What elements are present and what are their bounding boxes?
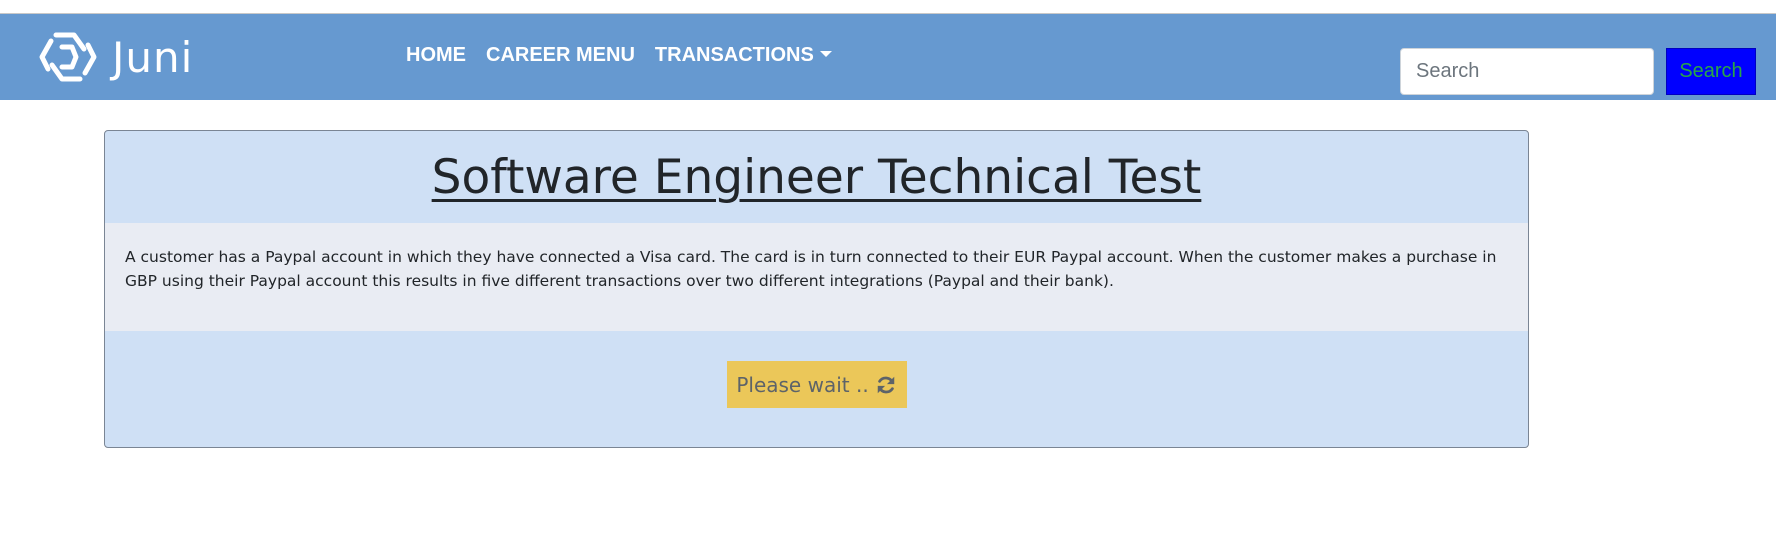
card-header: Software Engineer Technical Test — [105, 131, 1528, 223]
nav-links: HOME CAREER MENU TRANSACTIONS — [406, 44, 832, 67]
caret-down-icon — [819, 50, 832, 57]
juni-logo-icon — [38, 29, 98, 85]
card-body: A customer has a Paypal account in which… — [105, 223, 1528, 331]
search-input[interactable] — [1400, 48, 1654, 95]
nav-link-home[interactable]: HOME — [406, 44, 466, 67]
page-title: Software Engineer Technical Test — [431, 149, 1202, 205]
please-wait-button[interactable]: Please wait .. — [726, 361, 907, 408]
technical-test-card: Software Engineer Technical Test A custo… — [104, 130, 1529, 448]
brand-name: Juni — [112, 32, 194, 82]
search-button[interactable]: Search — [1666, 48, 1756, 95]
navbar: Juni HOME CAREER MENU TRANSACTIONS Searc… — [0, 14, 1776, 100]
card-footer: Please wait .. — [105, 331, 1528, 447]
please-wait-label: Please wait .. — [736, 372, 869, 397]
description-text: A customer has a Paypal account in which… — [125, 248, 1497, 290]
nav-link-transactions[interactable]: TRANSACTIONS — [655, 44, 832, 67]
nav-link-transactions-label: TRANSACTIONS — [654, 44, 814, 66]
nav-link-career-menu[interactable]: CAREER MENU — [486, 44, 635, 67]
refresh-icon — [875, 374, 897, 396]
brand[interactable]: Juni — [38, 29, 193, 85]
browser-top-strip — [0, 0, 1776, 14]
